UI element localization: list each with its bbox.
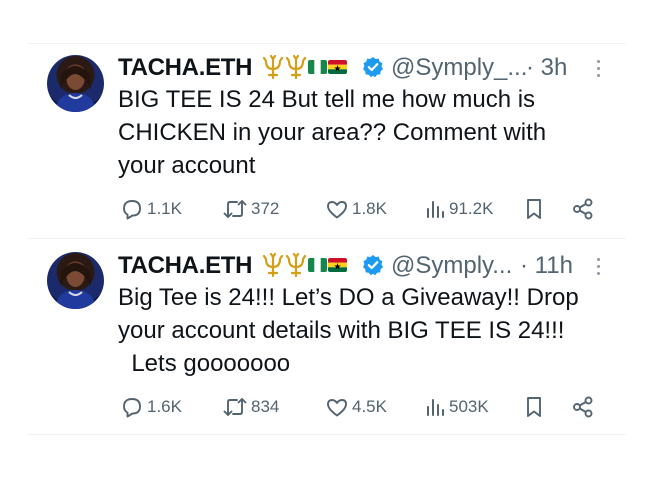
views-icon xyxy=(427,399,444,416)
like-count: 1.8K xyxy=(352,199,387,218)
share-icon[interactable] xyxy=(571,197,595,221)
ghana-flag-icon xyxy=(328,258,347,272)
author-handle[interactable]: @Symply_... xyxy=(391,54,527,82)
ghana-flag-icon xyxy=(328,60,347,74)
author-emojis xyxy=(262,253,347,277)
author-name[interactable]: TACHA.ETH xyxy=(118,54,252,82)
verified-badge-icon xyxy=(363,57,383,78)
avatar[interactable] xyxy=(47,252,104,309)
like-button[interactable]: 4.5K xyxy=(325,395,387,419)
views-count: 91.2K xyxy=(449,199,494,218)
repost-count: 372 xyxy=(251,199,280,218)
share-icon[interactable] xyxy=(571,395,595,419)
verified-badge-icon xyxy=(363,255,383,276)
trident-icon xyxy=(262,55,284,79)
views-button[interactable]: 91.2K xyxy=(424,197,493,221)
author-name[interactable]: TACHA.ETH xyxy=(118,252,252,280)
repost-icon xyxy=(223,398,247,416)
reply-count: 1.1K xyxy=(147,199,182,218)
views-icon xyxy=(427,201,444,218)
tweet-text-line: your account details with BIG TEE IS 24!… xyxy=(118,317,565,344)
divider-middle xyxy=(28,238,626,239)
tweet-time[interactable]: · 11h xyxy=(520,252,573,280)
tweet-text: Big Tee is 24!!! Let’s DO a Giveaway!! D… xyxy=(118,281,618,380)
nigeria-flag-icon xyxy=(308,258,327,272)
reply-button[interactable]: 1.1K xyxy=(120,197,182,221)
nigeria-flag-icon xyxy=(308,60,327,74)
reply-button[interactable]: 1.6K xyxy=(120,395,182,419)
divider-bottom xyxy=(28,434,626,435)
trident-icon xyxy=(285,55,307,79)
repost-icon xyxy=(223,200,247,218)
repost-button[interactable]: 834 xyxy=(222,395,279,419)
bookmark-icon[interactable] xyxy=(524,197,544,221)
bookmark-icon[interactable] xyxy=(524,395,544,419)
tweet-text: BIG TEE IS 24 But tell me how much is CH… xyxy=(118,83,618,182)
trident-icon xyxy=(262,253,284,277)
views-button[interactable]: 503K xyxy=(424,395,489,419)
avatar[interactable] xyxy=(47,55,104,112)
reply-icon xyxy=(123,200,141,220)
tweet-text-line: your account xyxy=(118,152,256,179)
tweet-text-line: Big Tee is 24!!! Let’s DO a Giveaway!! D… xyxy=(118,284,579,311)
like-button[interactable]: 1.8K xyxy=(325,197,387,221)
like-count: 4.5K xyxy=(352,397,387,416)
heart-icon xyxy=(327,399,347,417)
trident-icon xyxy=(285,253,307,277)
divider-top xyxy=(28,43,626,44)
heart-icon xyxy=(327,201,347,219)
views-count: 503K xyxy=(449,397,489,416)
more-options-icon[interactable] xyxy=(590,254,606,278)
reply-icon xyxy=(123,398,141,418)
reply-count: 1.6K xyxy=(147,397,182,416)
tweet-time[interactable]: · 3h xyxy=(526,54,567,82)
repost-button[interactable]: 372 xyxy=(222,197,279,221)
more-options-icon[interactable] xyxy=(590,56,606,80)
tweet-text-line: CHICKEN in your area?? Comment with xyxy=(118,119,547,146)
tweet-text-line: BIG TEE IS 24 But tell me how much is xyxy=(118,86,536,113)
tweet-text-line: Lets gooooooo xyxy=(118,350,291,377)
author-handle[interactable]: @Symply... xyxy=(391,252,512,280)
author-emojis xyxy=(262,55,347,79)
repost-count: 834 xyxy=(251,397,280,416)
